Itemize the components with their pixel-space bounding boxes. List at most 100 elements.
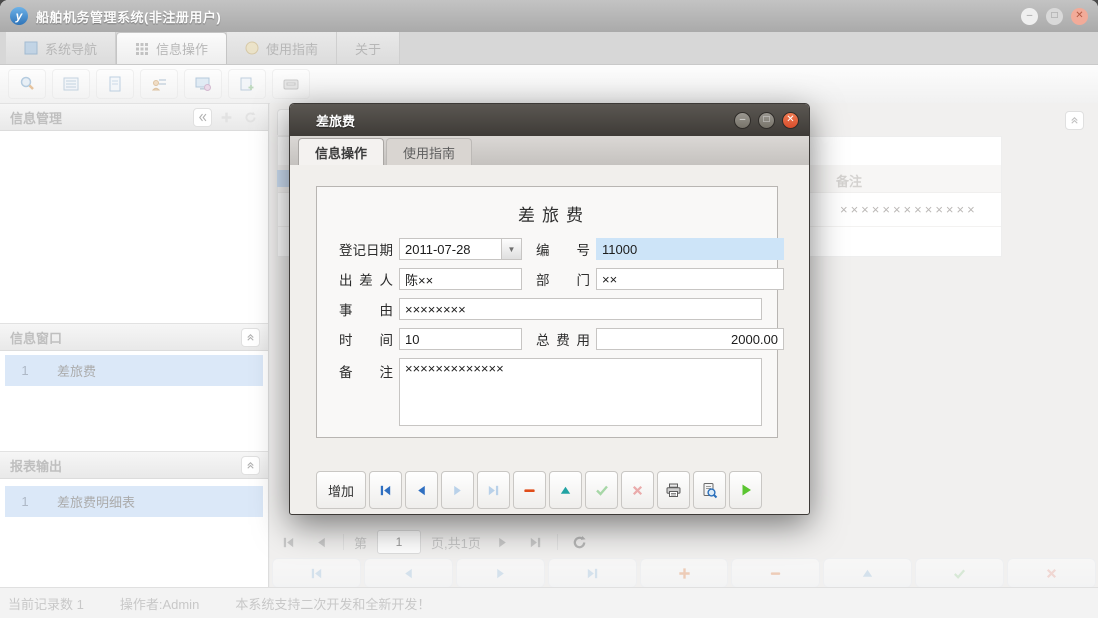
monitor-tool-button[interactable]	[184, 69, 222, 99]
page-number-input[interactable]	[377, 530, 421, 554]
last-record-icon	[486, 483, 501, 498]
refresh-icon	[572, 535, 587, 550]
printer-icon	[665, 482, 682, 499]
tab-info-operation[interactable]: 信息操作	[116, 32, 227, 64]
next-page-icon	[495, 535, 510, 550]
dialog-maximize-button[interactable]: □	[758, 112, 775, 129]
document-tool-button[interactable]	[96, 69, 134, 99]
record-next-button[interactable]	[456, 558, 545, 588]
page-next-button[interactable]	[491, 535, 514, 550]
add-panel-button[interactable]	[217, 108, 236, 127]
print-preview-button[interactable]	[693, 471, 726, 509]
next-record-button[interactable]	[441, 471, 474, 509]
collapse-main-panel-button[interactable]	[1065, 111, 1084, 130]
plus-icon	[220, 111, 233, 124]
department-input[interactable]	[596, 268, 784, 290]
list-tool-button[interactable]	[52, 69, 90, 99]
record-delete-button[interactable]	[731, 558, 820, 588]
record-edit-button[interactable]	[823, 558, 912, 588]
refresh-panel-button[interactable]	[241, 108, 260, 127]
sidebar: 信息管理 信息窗口 1 差旅费 报表输出	[0, 103, 269, 588]
collapse-report-output-button[interactable]	[241, 456, 260, 475]
record-cancel-button[interactable]	[1007, 558, 1096, 588]
user-settings-icon	[150, 75, 168, 93]
page-first-button[interactable]	[277, 535, 300, 550]
add-button[interactable]: 增加	[316, 471, 366, 509]
time-input[interactable]	[399, 328, 522, 350]
dialog-title: 差旅费	[316, 111, 355, 130]
record-confirm-button[interactable]	[915, 558, 1004, 588]
reason-input[interactable]	[399, 298, 762, 320]
record-last-button[interactable]	[548, 558, 637, 588]
prev-record-icon	[401, 566, 416, 581]
cancel-button[interactable]	[621, 471, 654, 509]
dialog-body: 差旅费 登记日期 ▼ 编号 出差人 部门	[290, 165, 809, 516]
list-icon	[62, 75, 80, 93]
last-page-icon	[528, 535, 543, 550]
record-add-button[interactable]	[640, 558, 729, 588]
last-record-icon	[585, 566, 600, 581]
dialog-tab-info-operation[interactable]: 信息操作	[298, 138, 384, 165]
travel-expense-form: 差旅费 登记日期 ▼ 编号 出差人 部门	[316, 186, 778, 438]
double-chevron-left-icon	[197, 112, 208, 123]
total-cost-label: 总费用	[536, 329, 590, 349]
next-record-icon	[493, 566, 508, 581]
grid-icon	[135, 42, 149, 56]
dialog-tab-user-guide[interactable]: 使用指南	[386, 138, 472, 165]
drawer-tool-button[interactable]	[272, 69, 310, 99]
dialog-close-button[interactable]: ✕	[782, 112, 799, 129]
total-cost-input[interactable]	[596, 328, 784, 350]
number-input[interactable]	[596, 238, 784, 260]
dialog-minimize-button[interactable]: –	[734, 112, 751, 129]
print-preview-icon	[701, 482, 718, 499]
first-page-icon	[281, 535, 296, 550]
close-button[interactable]: ✕	[1071, 8, 1088, 25]
user-settings-tool-button[interactable]	[140, 69, 178, 99]
collapse-info-window-button[interactable]	[241, 328, 260, 347]
report-add-tool-button[interactable]	[228, 69, 266, 99]
first-record-button[interactable]	[369, 471, 402, 509]
confirm-button[interactable]	[585, 471, 618, 509]
collapse-sidebar-button[interactable]	[193, 108, 212, 127]
pagination-bar: 第 页,共1页	[277, 528, 591, 556]
check-icon	[594, 482, 610, 498]
record-first-button[interactable]	[272, 558, 361, 588]
triangle-up-icon	[558, 483, 573, 498]
grid-cell-remarks: ×××××××××××××	[840, 202, 978, 217]
window-controls: – □ ✕	[1021, 8, 1088, 25]
page-refresh-button[interactable]	[568, 535, 591, 550]
remarks-textarea[interactable]: ×××××××××××××	[399, 358, 762, 426]
search-tool-button[interactable]	[8, 69, 46, 99]
info-window-item-travel-expense[interactable]: 1 差旅费	[5, 355, 263, 386]
window-icon	[24, 41, 38, 55]
report-item-travel-expense-detail[interactable]: 1 差旅费明细表	[5, 486, 263, 517]
department-label: 部门	[536, 269, 590, 289]
panel-header-report-output: 报表输出	[0, 451, 268, 479]
minus-icon	[768, 566, 783, 581]
maximize-button[interactable]: □	[1046, 8, 1063, 25]
traveler-label: 出差人	[339, 269, 393, 289]
edit-record-button[interactable]	[549, 471, 582, 509]
record-prev-button[interactable]	[364, 558, 453, 588]
panel-header-info-management: 信息管理	[0, 103, 268, 131]
number-label: 编号	[536, 239, 590, 259]
page-prev-button[interactable]	[310, 535, 333, 550]
minimize-button[interactable]: –	[1021, 8, 1038, 25]
print-button[interactable]	[657, 471, 690, 509]
prev-record-button[interactable]	[405, 471, 438, 509]
monitor-icon	[194, 75, 212, 93]
play-icon	[738, 482, 754, 498]
dialog-tabbar: 信息操作 使用指南	[290, 136, 809, 165]
traveler-input[interactable]	[399, 268, 522, 290]
x-icon	[630, 483, 645, 498]
tab-user-guide[interactable]: 使用指南	[227, 32, 337, 64]
tab-system-navigation[interactable]: 系统导航	[6, 32, 116, 64]
last-record-button[interactable]	[477, 471, 510, 509]
reg-date-dropdown-button[interactable]: ▼	[501, 238, 522, 260]
delete-record-button[interactable]	[513, 471, 546, 509]
page-last-button[interactable]	[524, 535, 547, 550]
tab-about[interactable]: 关于	[337, 32, 400, 64]
dialog-titlebar: 差旅费 – □ ✕	[290, 104, 809, 136]
reg-date-input[interactable]	[399, 238, 501, 260]
run-report-button[interactable]	[729, 471, 762, 509]
